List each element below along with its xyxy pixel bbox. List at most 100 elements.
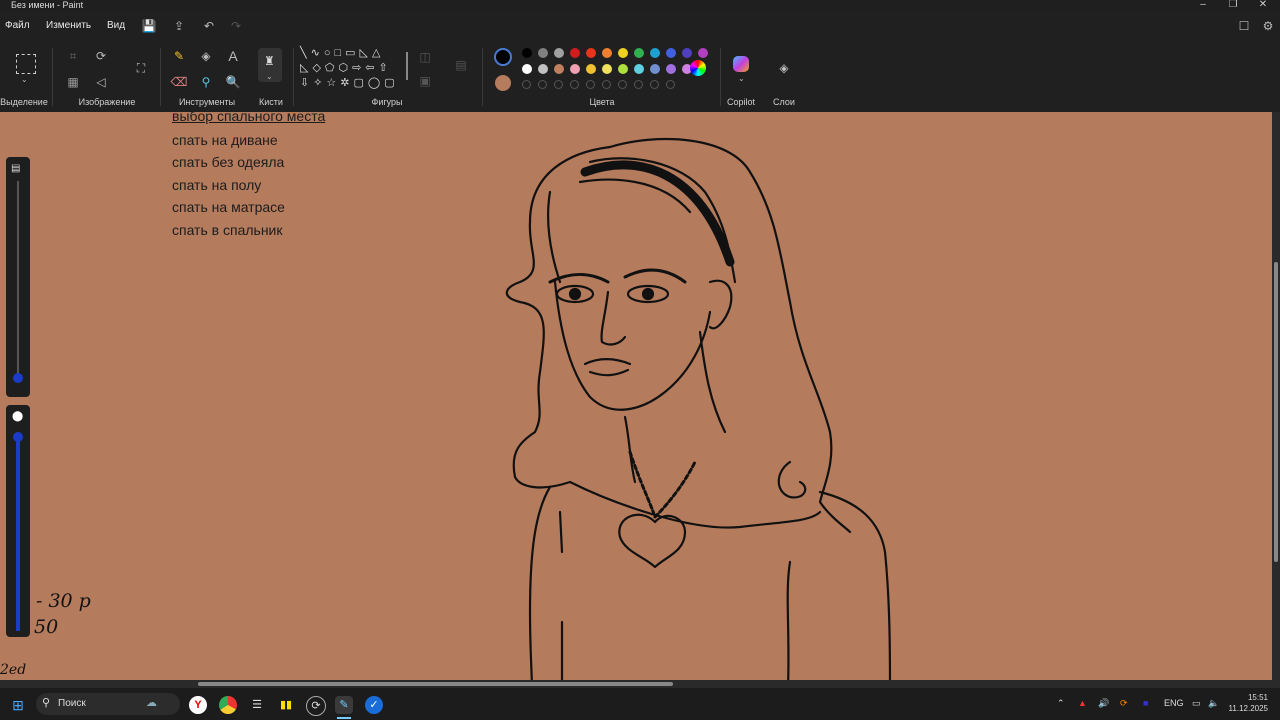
color-swatch[interactable] bbox=[586, 80, 595, 89]
color-swatch[interactable] bbox=[666, 64, 676, 74]
color-swatch[interactable] bbox=[650, 80, 659, 89]
color-picker-icon[interactable]: ⚲ bbox=[197, 73, 215, 91]
color-swatch[interactable] bbox=[522, 64, 532, 74]
shape-size-icon[interactable]: ▤ bbox=[452, 56, 470, 74]
primary-color-swatch[interactable] bbox=[494, 48, 512, 66]
minimize-button[interactable]: – bbox=[1188, 0, 1218, 12]
color-swatch[interactable] bbox=[586, 64, 596, 74]
shape-outline-icon[interactable]: ◫ bbox=[416, 48, 434, 66]
speaker-icon[interactable]: 🔈 bbox=[1208, 698, 1219, 709]
color-swatch[interactable] bbox=[570, 64, 580, 74]
brush-size-track[interactable] bbox=[16, 435, 20, 631]
feedback-icon[interactable]: ☐ bbox=[1236, 18, 1252, 34]
menu-edit[interactable]: Изменить bbox=[46, 20, 91, 31]
image-select-icon[interactable]: ⛶ bbox=[131, 59, 151, 79]
color-swatch[interactable] bbox=[602, 48, 612, 58]
chevron-down-icon[interactable]: ⌄ bbox=[21, 75, 28, 84]
shapes-gallery[interactable]: ╲∿○□▭◺△ ◺◇⬠⬡⇨⇦⇧ ⇩✧☆✲▢◯▢ bbox=[300, 46, 404, 96]
shapes-scrollbar[interactable] bbox=[406, 52, 408, 80]
brush-button[interactable]: ♜ ⌄ bbox=[258, 48, 282, 82]
vertical-scroll-thumb[interactable] bbox=[1274, 262, 1278, 562]
magnifier-icon[interactable]: 🔍 bbox=[224, 73, 242, 91]
zoom-track[interactable] bbox=[17, 181, 19, 379]
language-indicator[interactable]: ENG bbox=[1164, 698, 1184, 708]
color-swatch[interactable] bbox=[570, 80, 579, 89]
color-swatch[interactable] bbox=[538, 48, 548, 58]
copilot-icon[interactable] bbox=[733, 56, 749, 72]
horizontal-scroll-thumb[interactable] bbox=[198, 682, 673, 686]
brush-size-thumb[interactable] bbox=[13, 432, 23, 442]
color-swatch[interactable] bbox=[554, 48, 564, 58]
undo-icon[interactable]: ↶ bbox=[201, 18, 217, 34]
color-swatch[interactable] bbox=[538, 80, 547, 89]
color-swatch[interactable] bbox=[650, 48, 660, 58]
color-swatch[interactable] bbox=[602, 80, 611, 89]
color-swatch[interactable] bbox=[634, 80, 643, 89]
color-swatch[interactable] bbox=[698, 48, 708, 58]
drawing-canvas[interactable]: выбор спального места спать на диване сп… bbox=[0, 112, 1272, 680]
sync-icon[interactable]: ⟳ bbox=[1120, 698, 1128, 709]
color-swatch[interactable] bbox=[586, 48, 596, 58]
color-swatch[interactable] bbox=[634, 48, 644, 58]
color-swatch[interactable] bbox=[666, 48, 676, 58]
color-swatch[interactable] bbox=[538, 64, 548, 74]
color-swatch[interactable] bbox=[554, 80, 563, 89]
text-icon[interactable]: A bbox=[224, 47, 242, 65]
layers-icon[interactable]: ◈ bbox=[775, 59, 793, 77]
resize-icon[interactable]: ▦ bbox=[64, 73, 82, 91]
color-swatch[interactable] bbox=[618, 64, 628, 74]
menu-file[interactable]: Файл bbox=[5, 20, 30, 31]
color-swatch[interactable] bbox=[554, 64, 564, 74]
flip-icon[interactable]: ◁ bbox=[92, 73, 110, 91]
color-swatch[interactable] bbox=[634, 64, 644, 74]
color-swatch[interactable] bbox=[618, 48, 628, 58]
shape-row-1[interactable]: ╲∿○□▭◺△ bbox=[300, 46, 404, 61]
shape-fill-icon[interactable]: ▣ bbox=[416, 72, 434, 90]
eraser-icon[interactable]: ⌫ bbox=[170, 73, 188, 91]
horizontal-scrollbar[interactable] bbox=[0, 680, 1280, 688]
menu-view[interactable]: Вид bbox=[107, 20, 125, 31]
network-icon[interactable]: ▭ bbox=[1192, 698, 1201, 709]
chrome-icon[interactable] bbox=[219, 696, 237, 714]
shape-row-2[interactable]: ◺◇⬠⬡⇨⇦⇧ bbox=[300, 61, 404, 76]
volume-icon[interactable]: 🔊 bbox=[1098, 698, 1109, 709]
windows-start-icon[interactable]: ⊞ bbox=[9, 696, 27, 714]
shape-row-3[interactable]: ⇩✧☆✲▢◯▢ bbox=[300, 76, 404, 91]
crop-icon[interactable]: ⌗ bbox=[64, 47, 82, 65]
clock-time[interactable]: 15:51 bbox=[1236, 693, 1268, 702]
clock-date[interactable]: 11.12.2025 bbox=[1226, 704, 1268, 713]
maximize-button[interactable]: ❐ bbox=[1218, 0, 1248, 12]
vertical-scrollbar[interactable] bbox=[1272, 112, 1280, 680]
alert-icon[interactable]: ▲ bbox=[1078, 698, 1087, 708]
tray-app-icon[interactable]: ■ bbox=[1143, 698, 1148, 708]
zoom-slider[interactable]: ▤ bbox=[6, 157, 30, 397]
settings-icon[interactable]: ⚙ bbox=[1260, 18, 1276, 34]
zoom-thumb[interactable] bbox=[13, 373, 23, 383]
pencil-icon[interactable]: ✎ bbox=[170, 47, 188, 65]
color-swatch[interactable] bbox=[618, 80, 627, 89]
search-box[interactable]: ⚲ Поиск ☁ bbox=[36, 693, 180, 715]
color-swatch[interactable] bbox=[522, 48, 532, 58]
color-swatch[interactable] bbox=[650, 64, 660, 74]
color-swatch[interactable] bbox=[570, 48, 580, 58]
app-icon[interactable]: ⟳ bbox=[306, 696, 326, 716]
color-swatch[interactable] bbox=[522, 80, 531, 89]
color-swatch[interactable] bbox=[666, 80, 675, 89]
rotate-icon[interactable]: ⟳ bbox=[92, 47, 110, 65]
share-icon[interactable]: ⇪ bbox=[171, 18, 187, 34]
secondary-color-swatch[interactable] bbox=[495, 75, 511, 91]
color-swatch[interactable] bbox=[602, 64, 612, 74]
fill-icon[interactable]: ◈ bbox=[197, 47, 215, 65]
chevron-up-icon[interactable]: ⌃ bbox=[1057, 698, 1065, 709]
app-stack-icon[interactable]: ☰ bbox=[248, 696, 266, 714]
yandex-browser-icon[interactable]: Y bbox=[189, 696, 207, 714]
select-rectangle-icon[interactable] bbox=[16, 54, 36, 74]
edit-colors-icon[interactable] bbox=[690, 60, 706, 76]
app-icon[interactable]: ✓ bbox=[365, 696, 383, 714]
app-icon[interactable]: ▮▮ bbox=[277, 696, 295, 714]
close-button[interactable]: ✕ bbox=[1248, 0, 1278, 12]
paint-icon[interactable]: ✎ bbox=[335, 696, 353, 714]
chevron-down-icon[interactable]: ⌄ bbox=[738, 74, 745, 83]
brush-size-slider[interactable]: ⬤ bbox=[6, 405, 30, 637]
color-swatch[interactable] bbox=[682, 48, 692, 58]
